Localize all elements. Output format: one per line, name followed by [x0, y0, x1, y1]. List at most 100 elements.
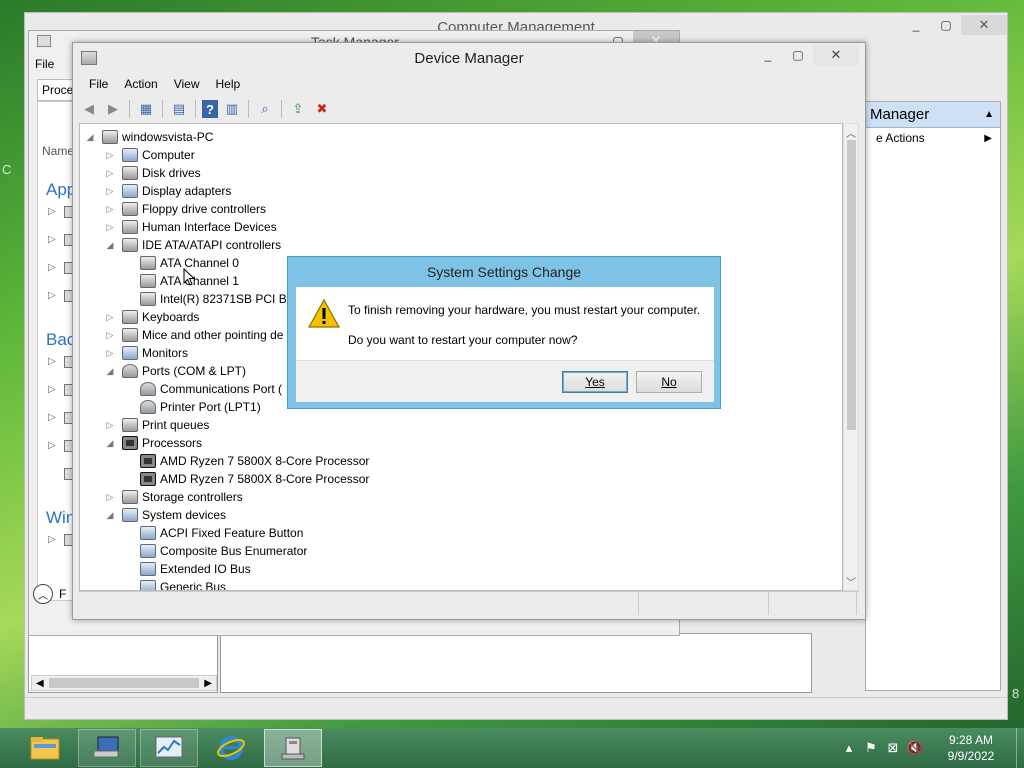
dm-close-button[interactable]: ✕ — [813, 45, 859, 65]
cm-maximize-button[interactable]: ▢ — [931, 15, 961, 35]
back-arrow-icon[interactable]: ◀ — [79, 99, 99, 119]
tree-node-mice[interactable]: ▷ Mice and other pointing de — [104, 326, 283, 344]
expand-arrow-icon[interactable]: ▷ — [104, 330, 116, 341]
toolbar-separator — [248, 100, 249, 118]
show-hidden-icons-icon[interactable]: ▴ — [838, 740, 860, 756]
taskbar-computer-management[interactable] — [78, 729, 136, 767]
tree-node-ports[interactable]: ◢ Ports (COM & LPT) — [104, 362, 246, 380]
yes-button[interactable]: Yes — [562, 371, 628, 393]
tree-node-intel-pci-bus[interactable]: Intel(R) 82371SB PCI Bus — [140, 290, 299, 308]
expand-arrow-icon[interactable]: ▷ — [48, 234, 56, 245]
expand-arrow-icon[interactable]: ▷ — [104, 150, 116, 161]
show-hide-console-tree-icon[interactable]: ▦ — [136, 99, 156, 119]
taskbar-device-manager[interactable] — [264, 729, 322, 767]
tree-node-label: ATA Channel 0 — [160, 256, 239, 270]
tree-node-hid[interactable]: ▷ Human Interface Devices — [104, 218, 277, 236]
tree-node-composite-bus[interactable]: Composite Bus Enumerator — [140, 542, 307, 560]
expand-arrow-icon[interactable]: ▷ — [48, 290, 56, 301]
expand-arrow-icon[interactable]: ▷ — [48, 412, 56, 423]
tree-node-storage[interactable]: ▷ Storage controllers — [104, 488, 243, 506]
taskbar-clock[interactable]: 9:28 AM 9/9/2022 — [926, 732, 1016, 764]
tree-node-print-queues[interactable]: ▷ Print queues — [104, 416, 209, 434]
tree-node-keyboards[interactable]: ▷ Keyboards — [104, 308, 199, 326]
collapse-arrow-icon[interactable]: ◢ — [104, 438, 116, 449]
action-pane-icon[interactable]: ▥ — [222, 99, 242, 119]
dm-menu-action[interactable]: Action — [116, 75, 165, 93]
expand-arrow-icon[interactable]: ▷ — [104, 420, 116, 431]
scan-hardware-changes-icon[interactable]: ⌕ — [255, 99, 275, 119]
volume-muted-icon[interactable]: 🔇 — [904, 740, 926, 756]
expand-arrow-icon[interactable]: ▷ — [104, 222, 116, 233]
tree-node-extended-io[interactable]: Extended IO Bus — [140, 560, 251, 578]
forward-arrow-icon[interactable]: ▶ — [103, 99, 123, 119]
tm-column-name[interactable]: Name — [42, 144, 74, 158]
taskbar-file-explorer[interactable] — [16, 729, 74, 767]
dm-maximize-button[interactable]: ▢ — [783, 45, 813, 65]
expand-arrow-icon[interactable]: ▷ — [48, 206, 56, 217]
scroll-left-icon[interactable]: ◀ — [36, 678, 44, 689]
cm-close-button[interactable]: ✕ — [961, 15, 1007, 35]
tree-node-disk-drives[interactable]: ▷ Disk drives — [104, 164, 201, 182]
cm-horizontal-scrollbar[interactable]: ◀ ▶ — [31, 675, 217, 691]
dialog-titlebar[interactable]: System Settings Change — [288, 257, 720, 287]
dm-vertical-scrollbar[interactable]: ︿ ﹀ — [843, 123, 859, 591]
cm-scroll-thumb[interactable] — [49, 678, 199, 688]
taskbar-task-manager[interactable] — [140, 729, 198, 767]
collapse-arrow-icon[interactable]: ◢ — [84, 132, 96, 143]
tree-node-display-adapters[interactable]: ▷ Display adapters — [104, 182, 231, 200]
expand-arrow-icon[interactable]: ▷ — [48, 356, 56, 367]
tree-node-acpi[interactable]: ACPI Fixed Feature Button — [140, 524, 303, 542]
scroll-down-icon[interactable]: ﹀ — [846, 574, 856, 589]
properties-icon[interactable]: ▤ — [169, 99, 189, 119]
tree-node-communications-port[interactable]: Communications Port ( — [140, 380, 282, 398]
expand-arrow-icon[interactable]: ▷ — [104, 492, 116, 503]
disk-drive-icon — [122, 166, 138, 180]
cm-actions-header[interactable]: Manager ▲ — [866, 102, 1000, 128]
expand-arrow-icon[interactable]: ▷ — [104, 348, 116, 359]
cm-more-actions[interactable]: e Actions ▶ — [866, 128, 1000, 148]
uninstall-device-icon[interactable]: ✖ — [312, 99, 332, 119]
network-error-icon[interactable]: ⊠ — [882, 740, 904, 756]
show-desktop-button[interactable] — [1016, 728, 1024, 768]
expand-arrow-icon[interactable]: ▷ — [48, 384, 56, 395]
tree-node-cpu-2[interactable]: AMD Ryzen 7 5800X 8-Core Processor — [140, 470, 369, 488]
expand-arrow-icon[interactable]: ▷ — [48, 534, 56, 545]
expand-arrow-icon[interactable]: ▷ — [104, 168, 116, 179]
tree-node-system-devices[interactable]: ◢ System devices — [104, 506, 226, 524]
system-device-icon — [140, 562, 156, 576]
no-button[interactable]: No — [636, 371, 702, 393]
dm-status-pane — [769, 592, 857, 615]
tree-node-generic-bus[interactable]: Generic Bus — [140, 578, 226, 590]
help-icon[interactable]: ? — [202, 100, 218, 118]
dm-menu-file[interactable]: File — [81, 75, 116, 93]
expand-arrow-icon[interactable]: ▷ — [104, 186, 116, 197]
collapse-arrow-icon[interactable]: ◢ — [104, 366, 116, 377]
tree-node-ide[interactable]: ◢ IDE ATA/ATAPI controllers — [104, 236, 281, 254]
tree-node-cpu-1[interactable]: AMD Ryzen 7 5800X 8-Core Processor — [140, 452, 369, 470]
tree-node-label: Storage controllers — [142, 490, 243, 504]
cm-minimize-button[interactable]: _ — [901, 15, 931, 35]
scroll-right-icon[interactable]: ▶ — [204, 678, 212, 689]
dm-scroll-thumb[interactable] — [847, 140, 856, 430]
dm-minimize-button[interactable]: _ — [753, 45, 783, 65]
expand-arrow-icon[interactable]: ▷ — [104, 312, 116, 323]
tree-node-floppy[interactable]: ▷ Floppy drive controllers — [104, 200, 266, 218]
taskbar-internet-explorer[interactable] — [202, 729, 260, 767]
expand-arrow-icon[interactable]: ▷ — [48, 262, 56, 273]
expand-arrow-icon[interactable]: ▷ — [48, 440, 56, 451]
tm-menu-file[interactable]: File — [35, 57, 54, 71]
expand-arrow-icon[interactable]: ▷ — [104, 204, 116, 215]
action-center-flag-icon[interactable]: ⚑ — [860, 740, 882, 756]
scroll-up-icon[interactable]: ︿ — [846, 125, 856, 140]
update-driver-icon[interactable]: ⇪ — [288, 99, 308, 119]
tree-node-root[interactable]: ◢ windowsvista-PC — [84, 128, 213, 146]
toolbar-separator — [195, 100, 196, 118]
dm-menu-help[interactable]: Help — [208, 75, 249, 93]
tree-node-monitors[interactable]: ▷ Monitors — [104, 344, 188, 362]
tree-node-printer-port[interactable]: Printer Port (LPT1) — [140, 398, 261, 416]
dm-menu-view[interactable]: View — [166, 75, 208, 93]
collapse-arrow-icon[interactable]: ◢ — [104, 510, 116, 521]
tree-node-processors[interactable]: ◢ Processors — [104, 434, 202, 452]
tree-node-computer[interactable]: ▷ Computer — [104, 146, 195, 164]
collapse-arrow-icon[interactable]: ◢ — [104, 240, 116, 251]
